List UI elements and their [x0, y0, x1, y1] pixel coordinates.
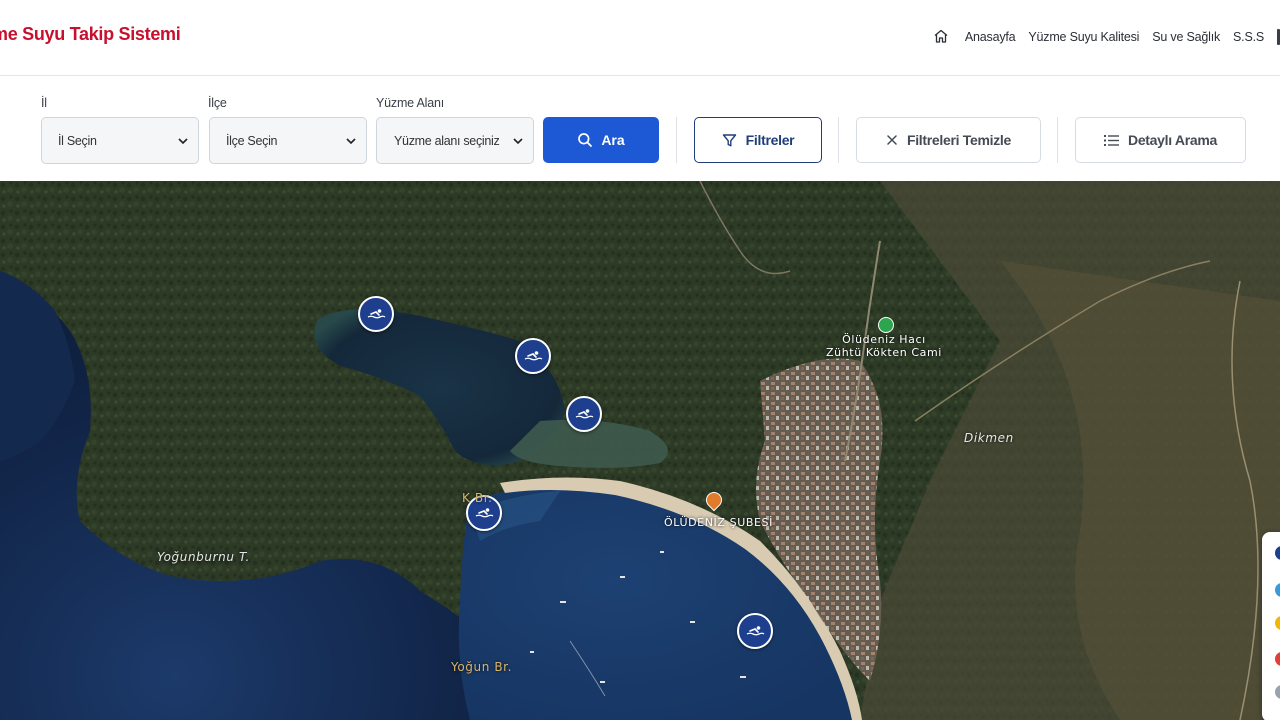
swim-area-marker[interactable]	[515, 338, 551, 374]
legend-dot	[1275, 685, 1280, 699]
legend-dot	[1275, 546, 1280, 560]
swimmer-icon	[575, 409, 594, 419]
chevron-down-icon	[346, 138, 356, 145]
nav-water-health[interactable]: Su ve Sağlık	[1152, 30, 1220, 44]
satellite-imagery	[0, 181, 1280, 720]
district-select[interactable]: İlçe Seçin	[209, 117, 367, 164]
province-label: İl	[41, 96, 47, 110]
list-icon	[1104, 134, 1120, 146]
swim-area-select-value: Yüzme alanı seçiniz	[394, 133, 500, 148]
detailed-search-button[interactable]: Detaylı Arama	[1075, 117, 1246, 163]
legend-panel[interactable]	[1262, 532, 1280, 720]
main-nav: Anasayfa Yüzme Suyu Kalitesi Su ve Sağlı…	[933, 28, 1280, 46]
district-label: İlçe	[208, 96, 227, 110]
mosque-label-line2: Zühtü Kökten Cami	[826, 346, 942, 359]
close-icon	[887, 135, 897, 145]
swimmer-icon	[475, 508, 494, 518]
legend-dot	[1275, 616, 1280, 630]
nav-home[interactable]: Anasayfa	[965, 30, 1016, 44]
nav-faq[interactable]: S.S.S	[1233, 30, 1264, 44]
mosque-label: Ölüdeniz Hacı Zühtü Kökten Cami	[826, 333, 942, 359]
site-title[interactable]: me Suyu Takip Sistemi	[0, 24, 181, 45]
province-select[interactable]: İl Seçin	[41, 117, 199, 164]
clear-filters-label: Filtreleri Temizle	[906, 132, 1012, 148]
filter-bar: İl İl Seçin İlçe İlçe Seçin Yüzme Alanı …	[0, 77, 1280, 181]
swimmer-icon	[524, 351, 543, 361]
place-label-k-br: K Br.	[462, 491, 493, 505]
site-header: me Suyu Takip Sistemi Anasayfa Yüzme Suy…	[0, 0, 1280, 76]
swim-area-label: Yüzme Alanı	[376, 96, 444, 110]
home-icon[interactable]	[933, 28, 951, 46]
place-label-dikmen: Dikmen	[964, 431, 1014, 445]
satellite-map[interactable]: Ölüdeniz Hacı Zühtü Kökten Cami ÖLÜDENİZ…	[0, 181, 1280, 720]
divider	[838, 117, 839, 163]
swim-area-marker[interactable]	[566, 396, 602, 432]
place-label-yogun-br: Yoğun Br.	[451, 660, 512, 674]
swimmer-icon	[746, 626, 765, 636]
search-button[interactable]: Ara	[543, 117, 659, 163]
district-select-value: İlçe Seçin	[226, 133, 278, 148]
divider	[1057, 117, 1058, 163]
search-icon	[578, 133, 593, 147]
legend-dot	[1275, 583, 1280, 597]
filters-button[interactable]: Filtreler	[694, 117, 822, 163]
swim-area-select[interactable]: Yüzme alanı seçiniz	[376, 117, 534, 164]
mosque-icon[interactable]	[878, 317, 894, 333]
funnel-icon	[722, 133, 736, 146]
search-button-label: Ara	[601, 132, 625, 148]
detailed-search-label: Detaylı Arama	[1128, 132, 1217, 148]
legend-dot	[1275, 652, 1280, 666]
chevron-down-icon	[513, 138, 523, 145]
filters-button-label: Filtreler	[745, 132, 795, 148]
mosque-label-line1: Ölüdeniz Hacı	[842, 333, 926, 346]
place-label-yogunburnu: Yoğunburnu T.	[157, 550, 250, 564]
swim-area-marker[interactable]	[737, 613, 773, 649]
clear-filters-button[interactable]: Filtreleri Temizle	[856, 117, 1041, 163]
divider	[676, 117, 677, 163]
nav-water-quality[interactable]: Yüzme Suyu Kalitesi	[1028, 30, 1139, 44]
province-select-value: İl Seçin	[58, 133, 97, 148]
branch-label: ÖLÜDENİZ ŞUBESİ	[664, 516, 773, 529]
chevron-down-icon	[178, 138, 188, 145]
swimmer-icon	[367, 309, 386, 319]
swim-area-marker[interactable]	[358, 296, 394, 332]
